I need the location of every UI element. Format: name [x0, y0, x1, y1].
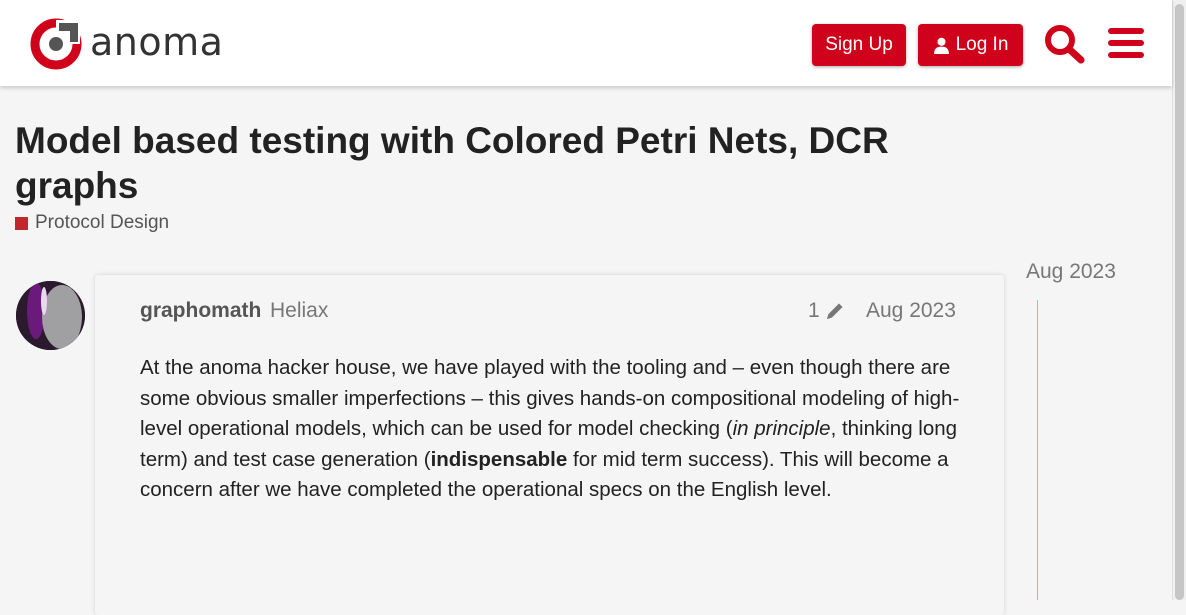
category-color-swatch	[15, 216, 28, 230]
site-header: anoma Sign Up Log In	[0, 0, 1172, 86]
post-body: At the anoma hacker house, we have playe…	[140, 353, 965, 506]
post-username[interactable]: graphomath	[140, 299, 261, 323]
avatar-image	[16, 281, 85, 350]
category-label: Protocol Design	[35, 212, 170, 233]
pencil-icon	[826, 303, 843, 319]
post-body-strong: indispensable	[430, 447, 568, 471]
post-card: graphomath Heliax 1 Aug 2023 At the anom…	[95, 275, 1004, 615]
log-in-label: Log In	[955, 34, 1009, 55]
logo-text[interactable]: anoma	[90, 20, 223, 64]
log-in-button[interactable]: Log In	[918, 24, 1023, 66]
timeline-date[interactable]: Aug 2023	[1026, 260, 1116, 284]
category-badge[interactable]: Protocol Design	[15, 212, 169, 234]
topic-title[interactable]: Model based testing with Colored Petri N…	[15, 118, 975, 208]
timeline-scroller-track[interactable]	[1037, 300, 1038, 600]
avatar[interactable]	[16, 281, 85, 350]
edit-count: 1	[808, 299, 820, 322]
scrollbar-thumb[interactable]	[1175, 4, 1184, 600]
anoma-logo-icon[interactable]	[30, 18, 82, 70]
post-edit-history[interactable]: 1	[808, 299, 846, 323]
user-icon	[933, 37, 949, 54]
post-body-emphasis: in principle	[732, 417, 831, 440]
post-user-title: Heliax	[270, 299, 329, 322]
search-icon[interactable]	[1044, 24, 1086, 64]
page-scrollbar[interactable]	[1172, 0, 1186, 600]
sign-up-label: Sign Up	[825, 34, 893, 55]
post-date[interactable]: Aug 2023	[866, 299, 956, 323]
sign-up-button[interactable]: Sign Up	[812, 24, 906, 66]
hamburger-menu-icon[interactable]	[1108, 27, 1144, 59]
